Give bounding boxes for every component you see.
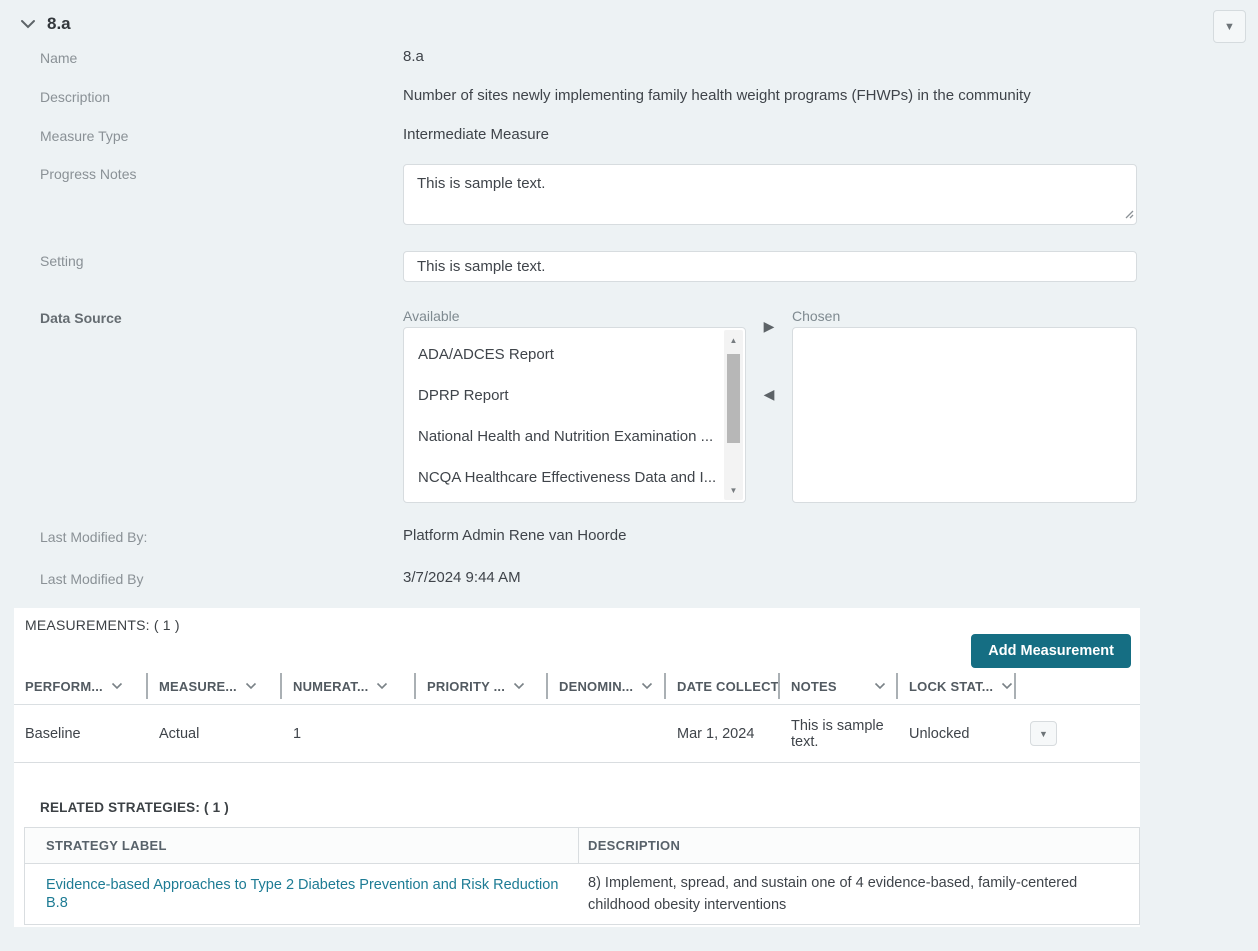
- scroll-down-icon[interactable]: ▼: [724, 482, 743, 498]
- name-label: Name: [40, 48, 403, 66]
- measurements-title: MEASUREMENTS: ( 1 ): [14, 608, 1140, 633]
- page-title: 8.a: [47, 14, 71, 34]
- cell-performance: Baseline: [14, 720, 148, 748]
- description-value: Number of sites newly implementing famil…: [403, 87, 1137, 105]
- available-list-scrollbar[interactable]: ▲ ▼: [724, 330, 743, 500]
- column-header-lock-status[interactable]: LOCK STAT...: [898, 668, 1016, 704]
- scrollbar-thumb[interactable]: [727, 354, 740, 443]
- progress-notes-textarea[interactable]: This is sample text.: [403, 164, 1137, 225]
- column-header-priority[interactable]: PRIORITY ...: [416, 668, 548, 704]
- add-measurement-button[interactable]: Add Measurement: [971, 634, 1131, 668]
- list-item[interactable]: National Health and Nutrition Examinatio…: [404, 416, 745, 457]
- available-listbox[interactable]: ADA/ADCES Report DPRP Report National He…: [403, 327, 746, 503]
- last-modified-date-label: Last Modified By: [40, 569, 403, 587]
- column-header-description[interactable]: DESCRIPTION: [579, 828, 1139, 863]
- list-item[interactable]: NCQA Healthcare Effectiveness Data and I…: [404, 457, 745, 498]
- sort-chevron-icon[interactable]: [513, 682, 525, 690]
- cell-date-collected: Mar 1, 2024: [666, 720, 780, 748]
- sort-chevron-icon[interactable]: [376, 682, 388, 690]
- related-strategies-table-header: STRATEGY LABEL DESCRIPTION: [25, 828, 1139, 864]
- list-item[interactable]: DPRP Report: [404, 375, 745, 416]
- setting-label: Setting: [40, 251, 403, 282]
- last-modified-date-value: 3/7/2024 9:44 AM: [403, 569, 1137, 587]
- description-label: Description: [40, 87, 403, 105]
- sort-chevron-icon[interactable]: [641, 682, 653, 690]
- name-value: 8.a: [403, 48, 1137, 66]
- move-left-icon[interactable]: ◀: [746, 386, 792, 403]
- column-header-actions: [1016, 668, 1140, 704]
- table-row: Evidence-based Approaches to Type 2 Diab…: [25, 864, 1139, 924]
- table-row: Baseline Actual 1 Mar 1, 2024 This is sa…: [14, 705, 1140, 763]
- form-row-data-source: Data Source Available ADA/ADCES Report D…: [40, 308, 1137, 503]
- form-row-measure-type: Measure Type Intermediate Measure: [40, 126, 1137, 144]
- data-source-dual-listbox: Available ADA/ADCES Report DPRP Report N…: [403, 308, 1137, 503]
- sort-chevron-icon[interactable]: [1001, 682, 1013, 690]
- column-header-measure[interactable]: MEASURE...: [148, 668, 282, 704]
- related-strategies-table: STRATEGY LABEL DESCRIPTION Evidence-base…: [24, 827, 1140, 925]
- related-strategies-title: RELATED STRATEGIES: ( 1 ): [14, 791, 1140, 815]
- dropdown-arrow-icon: ▼: [1224, 21, 1235, 33]
- cell-measure: Actual: [148, 720, 282, 748]
- progress-notes-label: Progress Notes: [40, 164, 403, 229]
- last-modified-user-label: Last Modified By:: [40, 527, 403, 545]
- column-header-performance[interactable]: PERFORM...: [14, 668, 148, 704]
- cell-priority: [416, 728, 548, 740]
- chosen-listbox[interactable]: [792, 327, 1137, 503]
- strategy-link[interactable]: Evidence-based Approaches to Type 2 Diab…: [46, 877, 558, 911]
- list-item[interactable]: ADA/ADCES Report: [404, 334, 745, 375]
- scroll-up-icon[interactable]: ▲: [724, 332, 743, 348]
- column-header-numerator[interactable]: NUMERAT...: [282, 668, 416, 704]
- measure-form: Name 8.a Description Number of sites new…: [0, 48, 1258, 587]
- cell-denominator: [548, 728, 666, 740]
- sort-chevron-icon[interactable]: [245, 682, 257, 690]
- form-row-last-modified-user: Last Modified By: Platform Admin Rene va…: [40, 527, 1137, 545]
- last-modified-user-value: Platform Admin Rene van Hoorde: [403, 527, 1137, 545]
- column-header-notes[interactable]: NOTES: [780, 668, 898, 704]
- measurements-panel: MEASUREMENTS: ( 1 ) Add Measurement PERF…: [14, 608, 1140, 927]
- chosen-list-label: Chosen: [792, 308, 1137, 324]
- cell-lock-status: Unlocked: [898, 720, 1016, 748]
- column-header-strategy-label[interactable]: STRATEGY LABEL: [25, 828, 579, 863]
- form-row-last-modified-date: Last Modified By 3/7/2024 9:44 AM: [40, 569, 1137, 587]
- collapse-chevron-icon[interactable]: [20, 19, 36, 29]
- sort-chevron-icon[interactable]: [874, 682, 886, 690]
- form-row-progress-notes: Progress Notes This is sample text.: [40, 164, 1137, 229]
- measure-type-label: Measure Type: [40, 126, 403, 144]
- measure-type-value: Intermediate Measure: [403, 126, 1137, 144]
- header-dropdown-button[interactable]: ▼: [1213, 10, 1246, 43]
- setting-input[interactable]: [403, 251, 1137, 282]
- form-row-name: Name 8.a: [40, 48, 1137, 66]
- cell-numerator: 1: [282, 720, 416, 748]
- available-list-label: Available: [403, 308, 746, 324]
- column-header-denominator[interactable]: DENOMIN...: [548, 668, 666, 704]
- section-header: 8.a ▼: [0, 0, 1258, 34]
- cell-notes: This is sample text.: [780, 712, 898, 756]
- dropdown-arrow-icon: ▼: [1039, 729, 1048, 739]
- sort-chevron-icon[interactable]: [111, 682, 123, 690]
- move-right-icon[interactable]: ▶: [746, 318, 792, 335]
- data-source-label: Data Source: [40, 308, 403, 503]
- form-row-setting: Setting: [40, 251, 1137, 282]
- form-row-description: Description Number of sites newly implem…: [40, 87, 1137, 105]
- cell-strategy-description: 8) Implement, spread, and sustain one of…: [579, 864, 1139, 924]
- row-actions-dropdown-button[interactable]: ▼: [1030, 721, 1057, 746]
- column-header-date-collected[interactable]: DATE COLLECT...: [666, 668, 780, 704]
- measurements-table-header: PERFORM... MEASURE... NUMERAT... PRIORIT…: [14, 668, 1140, 705]
- transfer-arrows: ▶ ◀: [746, 308, 792, 503]
